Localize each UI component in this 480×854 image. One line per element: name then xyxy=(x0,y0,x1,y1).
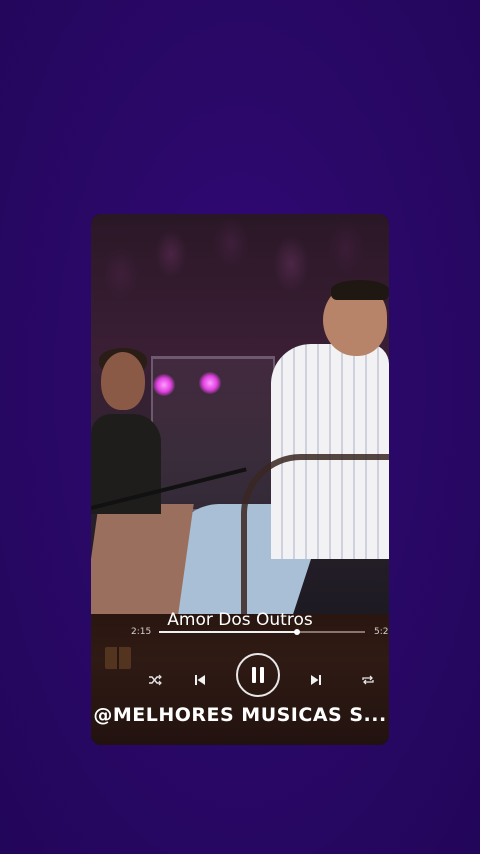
music-player-card: Amor Dos Outros 2:15 5:20 xyxy=(91,214,389,745)
total-duration: 5:20 xyxy=(374,627,389,637)
progress-bar[interactable] xyxy=(159,629,365,635)
skip-next-icon xyxy=(311,675,321,685)
stage-chair xyxy=(241,454,389,614)
singer-left-head xyxy=(101,352,145,410)
pause-button[interactable] xyxy=(236,653,280,697)
repeat-icon xyxy=(362,675,374,685)
next-button[interactable] xyxy=(306,670,326,690)
progress-fill xyxy=(159,631,298,633)
progress-knob[interactable] xyxy=(294,629,301,635)
elapsed-time: 2:15 xyxy=(131,627,152,637)
stage-light-right xyxy=(199,372,221,394)
previous-button[interactable] xyxy=(190,670,210,690)
singer-right-hair xyxy=(331,280,389,300)
skip-previous-icon xyxy=(195,675,205,685)
stage-light-left xyxy=(153,374,175,396)
channel-watermark: @MELHORES MUSICAS S... xyxy=(93,704,387,726)
repeat-button[interactable] xyxy=(358,670,378,690)
shuffle-icon xyxy=(149,674,162,686)
pause-icon xyxy=(252,667,264,683)
mini-album-thumbnail xyxy=(105,647,131,669)
album-cover-photo xyxy=(91,214,389,614)
singer-left-legs xyxy=(91,504,194,614)
shuffle-button[interactable] xyxy=(145,670,165,690)
song-title: Amor Dos Outros xyxy=(167,610,313,630)
